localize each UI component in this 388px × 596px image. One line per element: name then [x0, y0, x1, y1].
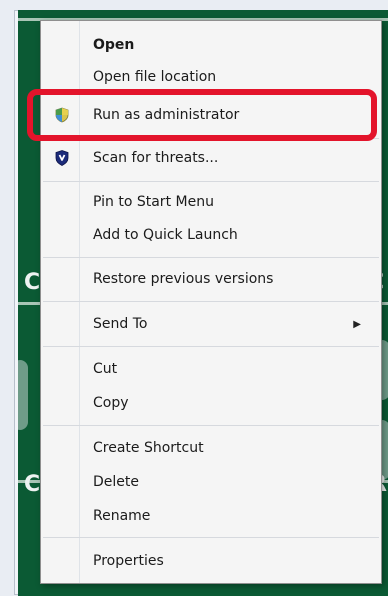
menu-item-send-to[interactable]: Send To ▶ — [41, 310, 381, 338]
menu-item-properties[interactable]: Properties — [41, 547, 381, 575]
menu-separator — [43, 537, 379, 538]
menu-item-label: Delete — [93, 474, 139, 490]
menu-item-cut[interactable]: Cut — [41, 355, 381, 383]
menu-item-label: Send To — [93, 316, 148, 332]
menu-item-label: Open — [93, 37, 135, 53]
background-glyph: C — [24, 270, 41, 295]
menu-item-label: Open file location — [93, 69, 217, 85]
menu-item-label: Scan for threats... — [93, 150, 219, 166]
menu-item-label: Create Shortcut — [93, 440, 204, 456]
menu-separator — [43, 301, 379, 302]
background-window-fragment — [18, 360, 28, 430]
menu-item-rename[interactable]: Rename — [41, 502, 381, 530]
menu-item-label: Restore previous versions — [93, 271, 274, 287]
menu-item-open-file-location[interactable]: Open file location — [41, 63, 381, 91]
background-glyph: C — [24, 472, 41, 497]
menu-item-restore-previous-versions[interactable]: Restore previous versions — [41, 265, 381, 293]
menu-item-pin-to-start-menu[interactable]: Pin to Start Menu — [41, 188, 381, 216]
menu-item-create-shortcut[interactable]: Create Shortcut — [41, 434, 381, 462]
antivirus-shield-icon — [54, 150, 70, 166]
menu-separator — [43, 257, 379, 258]
menu-item-delete[interactable]: Delete — [41, 468, 381, 496]
menu-item-label: Add to Quick Launch — [93, 227, 238, 243]
menu-separator — [43, 425, 379, 426]
menu-separator — [43, 181, 379, 182]
context-menu: Open Open file location Run as administr… — [27, 20, 382, 584]
menu-item-add-to-quick-launch[interactable]: Add to Quick Launch — [41, 221, 381, 249]
menu-item-label: Pin to Start Menu — [93, 194, 214, 210]
menu-item-run-as-administrator[interactable]: Run as administrator — [41, 101, 381, 129]
menu-item-label: Properties — [93, 553, 164, 569]
menu-item-scan-for-threats[interactable]: Scan for threats... — [41, 144, 381, 172]
menu-item-copy[interactable]: Copy — [41, 389, 381, 417]
menu-item-open[interactable]: Open — [41, 31, 381, 59]
menu-item-label: Rename — [93, 508, 151, 524]
menu-item-label: Cut — [93, 361, 118, 377]
uac-shield-icon — [54, 107, 70, 123]
menu-item-label: Run as administrator — [93, 107, 240, 123]
menu-separator — [43, 346, 379, 347]
menu-item-label: Copy — [93, 395, 129, 411]
menu-separator — [43, 138, 379, 139]
submenu-arrow-icon: ▶ — [353, 318, 361, 330]
